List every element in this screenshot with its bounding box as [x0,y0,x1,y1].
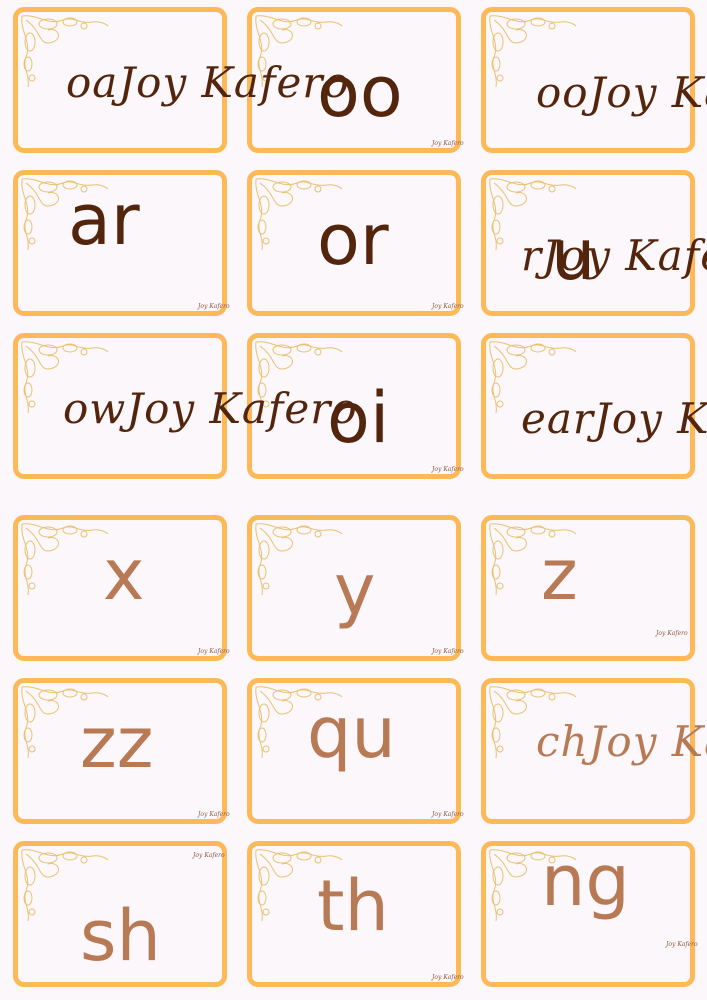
flashcard-ch: chJoy Kafero [481,678,707,824]
corner-ornament-icon [21,523,109,596]
card-script-letters: ooJoy Kafero [536,72,707,114]
script-letters: oo [536,68,589,117]
card-script-letters: earJoy Kafero [521,398,707,440]
script-signature: Joy Kafero [588,68,707,117]
signature-text: Joy Kafero [432,974,464,981]
corner-ornament-icon [255,523,343,596]
signature-text: Joy Kafero [432,811,464,818]
script-letters: r [521,231,543,280]
script-letters: ow [63,384,127,433]
script-signature: Joy Kafero [542,231,707,280]
card-letters: or [317,199,389,281]
signature-text: Joy Kafero [432,303,464,310]
flashcard-or: or Joy Kafero [247,170,464,316]
card-letters: sh [80,895,161,977]
flashcard-sh: sh Joy Kafero [13,841,227,987]
script-signature: Joy Kafero [118,58,350,107]
flashcard-th: th Joy Kafero [247,841,464,987]
flashcard-zz: zz Joy Kafero [13,678,230,824]
flashcard-oo: ooJoy Kafero [481,7,707,153]
flashcard-sheet: oaJoy KaferoooJoy KaferoooJoy KaferoarJo… [0,0,707,1000]
script-signature: Joy Kafero [593,394,707,443]
flashcard-u: urJoy Kafero [481,170,707,316]
signature-text: Joy Kafero [198,648,230,655]
card-letters: x [103,534,145,616]
card-script-letters: owJoy Kafero [63,388,358,430]
signature-text: Joy Kafero [198,303,230,310]
flashcard-ow: owJoy Kafero [13,333,357,479]
card-letters: zz [80,702,154,784]
card-letters: ng [541,840,630,922]
flashcard-ng: ng Joy Kafero [481,840,698,987]
card-script-letters: rJoy Kafero [521,235,707,277]
card-letters: y [334,549,376,631]
signature-text: Joy Kafero [666,941,698,948]
signature-text: Joy Kafero [432,140,464,147]
signature-text: Joy Kafero [432,466,464,473]
signature-text: Joy Kafero [193,852,225,859]
card-letters: z [541,534,578,616]
script-signature: Joy Kafero [126,384,358,433]
script-letters: oa [66,58,119,107]
card-letters: th [317,865,389,947]
script-letters: ear [521,394,594,443]
flashcard-qu: qu Joy Kafero [247,678,464,824]
signature-text: Joy Kafero [198,811,230,818]
flashcard-x: x Joy Kafero [13,515,230,661]
flashcard-ear: earJoy Kafero [481,333,707,479]
signature-text: Joy Kafero [432,648,464,655]
flashcard-z: z Joy Kafero [481,515,695,661]
flashcard-y: y Joy Kafero [247,515,464,661]
flashcard-oa: oaJoy Kafero [13,7,349,153]
card-letters: qu [307,692,396,774]
script-signature: Joy Kafero [588,717,707,766]
card-letters: ar [68,179,140,261]
flashcard-ar: ar Joy Kafero [13,170,230,316]
script-letters: ch [536,717,589,766]
card-script-letters: oaJoy Kafero [66,62,350,104]
card-script-letters: chJoy Kafero [536,721,707,763]
signature-text: Joy Kafero [656,630,688,637]
